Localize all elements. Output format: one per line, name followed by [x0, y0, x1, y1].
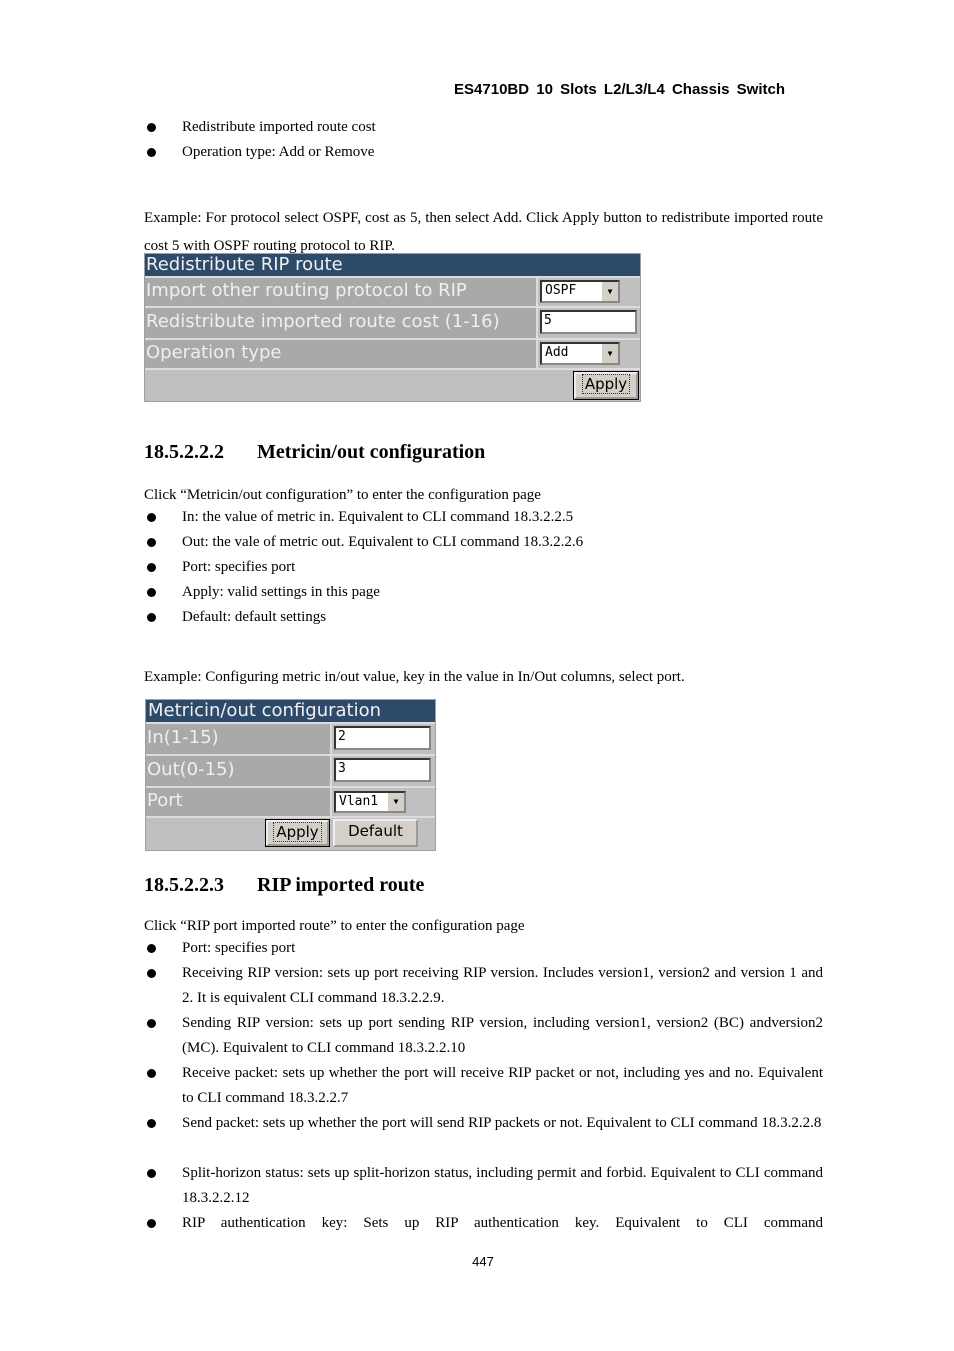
list-item-text: Send packet: sets up whether the port wi… [182, 1115, 822, 1131]
list-item-text: Apply: valid settings in this page [182, 584, 380, 600]
chevron-down-icon[interactable]: ▼ [601, 282, 618, 301]
form-row: Redistribute imported route cost (1-16) … [145, 306, 640, 338]
example-paragraph: Example: Configuring metric in/out value… [144, 669, 685, 685]
bullet-icon [147, 1119, 156, 1128]
bullet-icon [147, 944, 156, 953]
section-heading: 18.5.2.2.2 Metricin/out configuration [144, 441, 485, 464]
section-number: 18.5.2.2.2 [144, 441, 224, 463]
list-item-text: Receive packet: sets up whether the port… [182, 1065, 823, 1106]
list-item: Port: specifies port [144, 936, 823, 961]
list-item-text: Port: specifies port [182, 559, 296, 575]
form-row: Apply Default [146, 816, 435, 850]
bullet-icon [147, 969, 156, 978]
port-value: Vlan1 [339, 794, 379, 809]
form-row: Out(0-15) 3 [146, 754, 435, 786]
operation-type-select[interactable]: Add ▼ [540, 342, 620, 365]
list-item-text: In: the value of metric in. Equivalent t… [182, 509, 574, 525]
bullet-icon [147, 1069, 156, 1078]
bullet-icon [147, 588, 156, 597]
section-number: 18.5.2.2.3 [144, 874, 224, 896]
apply-button[interactable]: Apply [573, 371, 639, 400]
list-item: Default: default settings [144, 605, 823, 630]
form-row: Import other routing protocol to RIP OSP… [145, 276, 640, 306]
bullet-icon [147, 1019, 156, 1028]
bullet-icon [147, 513, 156, 522]
list-item-text: Receiving RIP version: sets up port rece… [182, 965, 823, 1006]
form-row: Apply [145, 368, 640, 403]
list-item: Apply: valid settings in this page [144, 580, 823, 605]
list-item: Sending RIP version: sets up port sendin… [144, 1011, 823, 1061]
section-title: Metricin/out configuration [257, 441, 486, 463]
list-item-text: Sending RIP version: sets up port sendin… [182, 1015, 823, 1056]
bullet-icon [147, 1219, 156, 1228]
metric-in-label: In(1-15) [146, 724, 332, 754]
bullet-icon [147, 1169, 156, 1178]
redistribute-rip-route-form: Redistribute RIP route Import other rout… [144, 253, 641, 402]
list-item-text: Default: default settings [182, 609, 327, 625]
port-label: Port [146, 788, 332, 816]
form-title: Metricin/out configuration [146, 700, 435, 722]
operation-type-value: Add [545, 345, 569, 360]
chevron-down-icon[interactable]: ▼ [601, 344, 618, 363]
example-paragraph: Example: For protocol select OSPF, cost … [144, 210, 823, 254]
default-button[interactable]: Default [333, 819, 418, 847]
list-item: In: the value of metric in. Equivalent t… [144, 505, 823, 530]
section-intro: Click “RIP port imported route” to enter… [144, 918, 525, 934]
list-item: Send packet: sets up whether the port wi… [144, 1111, 823, 1136]
list-item: Operation type: Add or Remove [144, 140, 823, 165]
list-item-text: Port: specifies port [182, 940, 296, 956]
metric-out-label: Out(0-15) [146, 756, 332, 786]
form-title: Redistribute RIP route [145, 254, 640, 276]
operation-type-label: Operation type [145, 340, 538, 368]
list-item-text: Split-horizon status: sets up split-hori… [182, 1165, 823, 1206]
list-item-text: Redistribute imported route cost [182, 119, 376, 135]
section-intro: Click “Metricin/out configuration” to en… [144, 487, 541, 503]
list-item: Out: the vale of metric out. Equivalent … [144, 530, 823, 555]
bullet-icon [147, 148, 156, 157]
apply-button[interactable]: Apply [265, 819, 330, 847]
list-item-text: Out: the vale of metric out. Equivalent … [182, 534, 584, 550]
page-number: 447 [472, 1254, 494, 1269]
bullet-icon [147, 123, 156, 132]
port-select[interactable]: Vlan1 ▼ [334, 791, 406, 813]
list-item-text: RIP authentication key: Sets up RIP auth… [182, 1215, 823, 1231]
list-item: Receive packet: sets up whether the port… [144, 1061, 823, 1111]
list-item: Receiving RIP version: sets up port rece… [144, 961, 823, 1011]
list-item: Port: specifies port [144, 555, 823, 580]
import-protocol-value: OSPF [545, 283, 577, 298]
metric-in-out-form: Metricin/out configuration In(1-15) 2 Ou… [145, 699, 436, 851]
bullet-icon [147, 613, 156, 622]
running-header: ES4710BD 10 Slots L2/L3/L4 Chassis Switc… [454, 81, 785, 98]
bullet-icon [147, 538, 156, 547]
route-cost-input[interactable]: 5 [540, 310, 637, 334]
metric-out-input[interactable]: 3 [334, 758, 431, 782]
import-protocol-select[interactable]: OSPF ▼ [540, 280, 620, 303]
form-row: In(1-15) 2 [146, 722, 435, 754]
import-protocol-label: Import other routing protocol to RIP [145, 278, 538, 306]
form-row: Port Vlan1 ▼ [146, 786, 435, 816]
route-cost-label: Redistribute imported route cost (1-16) [145, 308, 538, 338]
list-item-text: Operation type: Add or Remove [182, 144, 375, 160]
list-item: Split-horizon status: sets up split-hori… [144, 1161, 823, 1211]
metric-in-input[interactable]: 2 [334, 726, 431, 750]
form-row: Operation type Add ▼ [145, 338, 640, 368]
bullet-icon [147, 563, 156, 572]
chevron-down-icon[interactable]: ▼ [387, 793, 404, 811]
list-item: Redistribute imported route cost [144, 115, 823, 140]
list-item: RIP authentication key: Sets up RIP auth… [144, 1211, 823, 1236]
section-heading: 18.5.2.2.3 RIP imported route [144, 874, 424, 897]
section-title: RIP imported route [257, 874, 425, 896]
